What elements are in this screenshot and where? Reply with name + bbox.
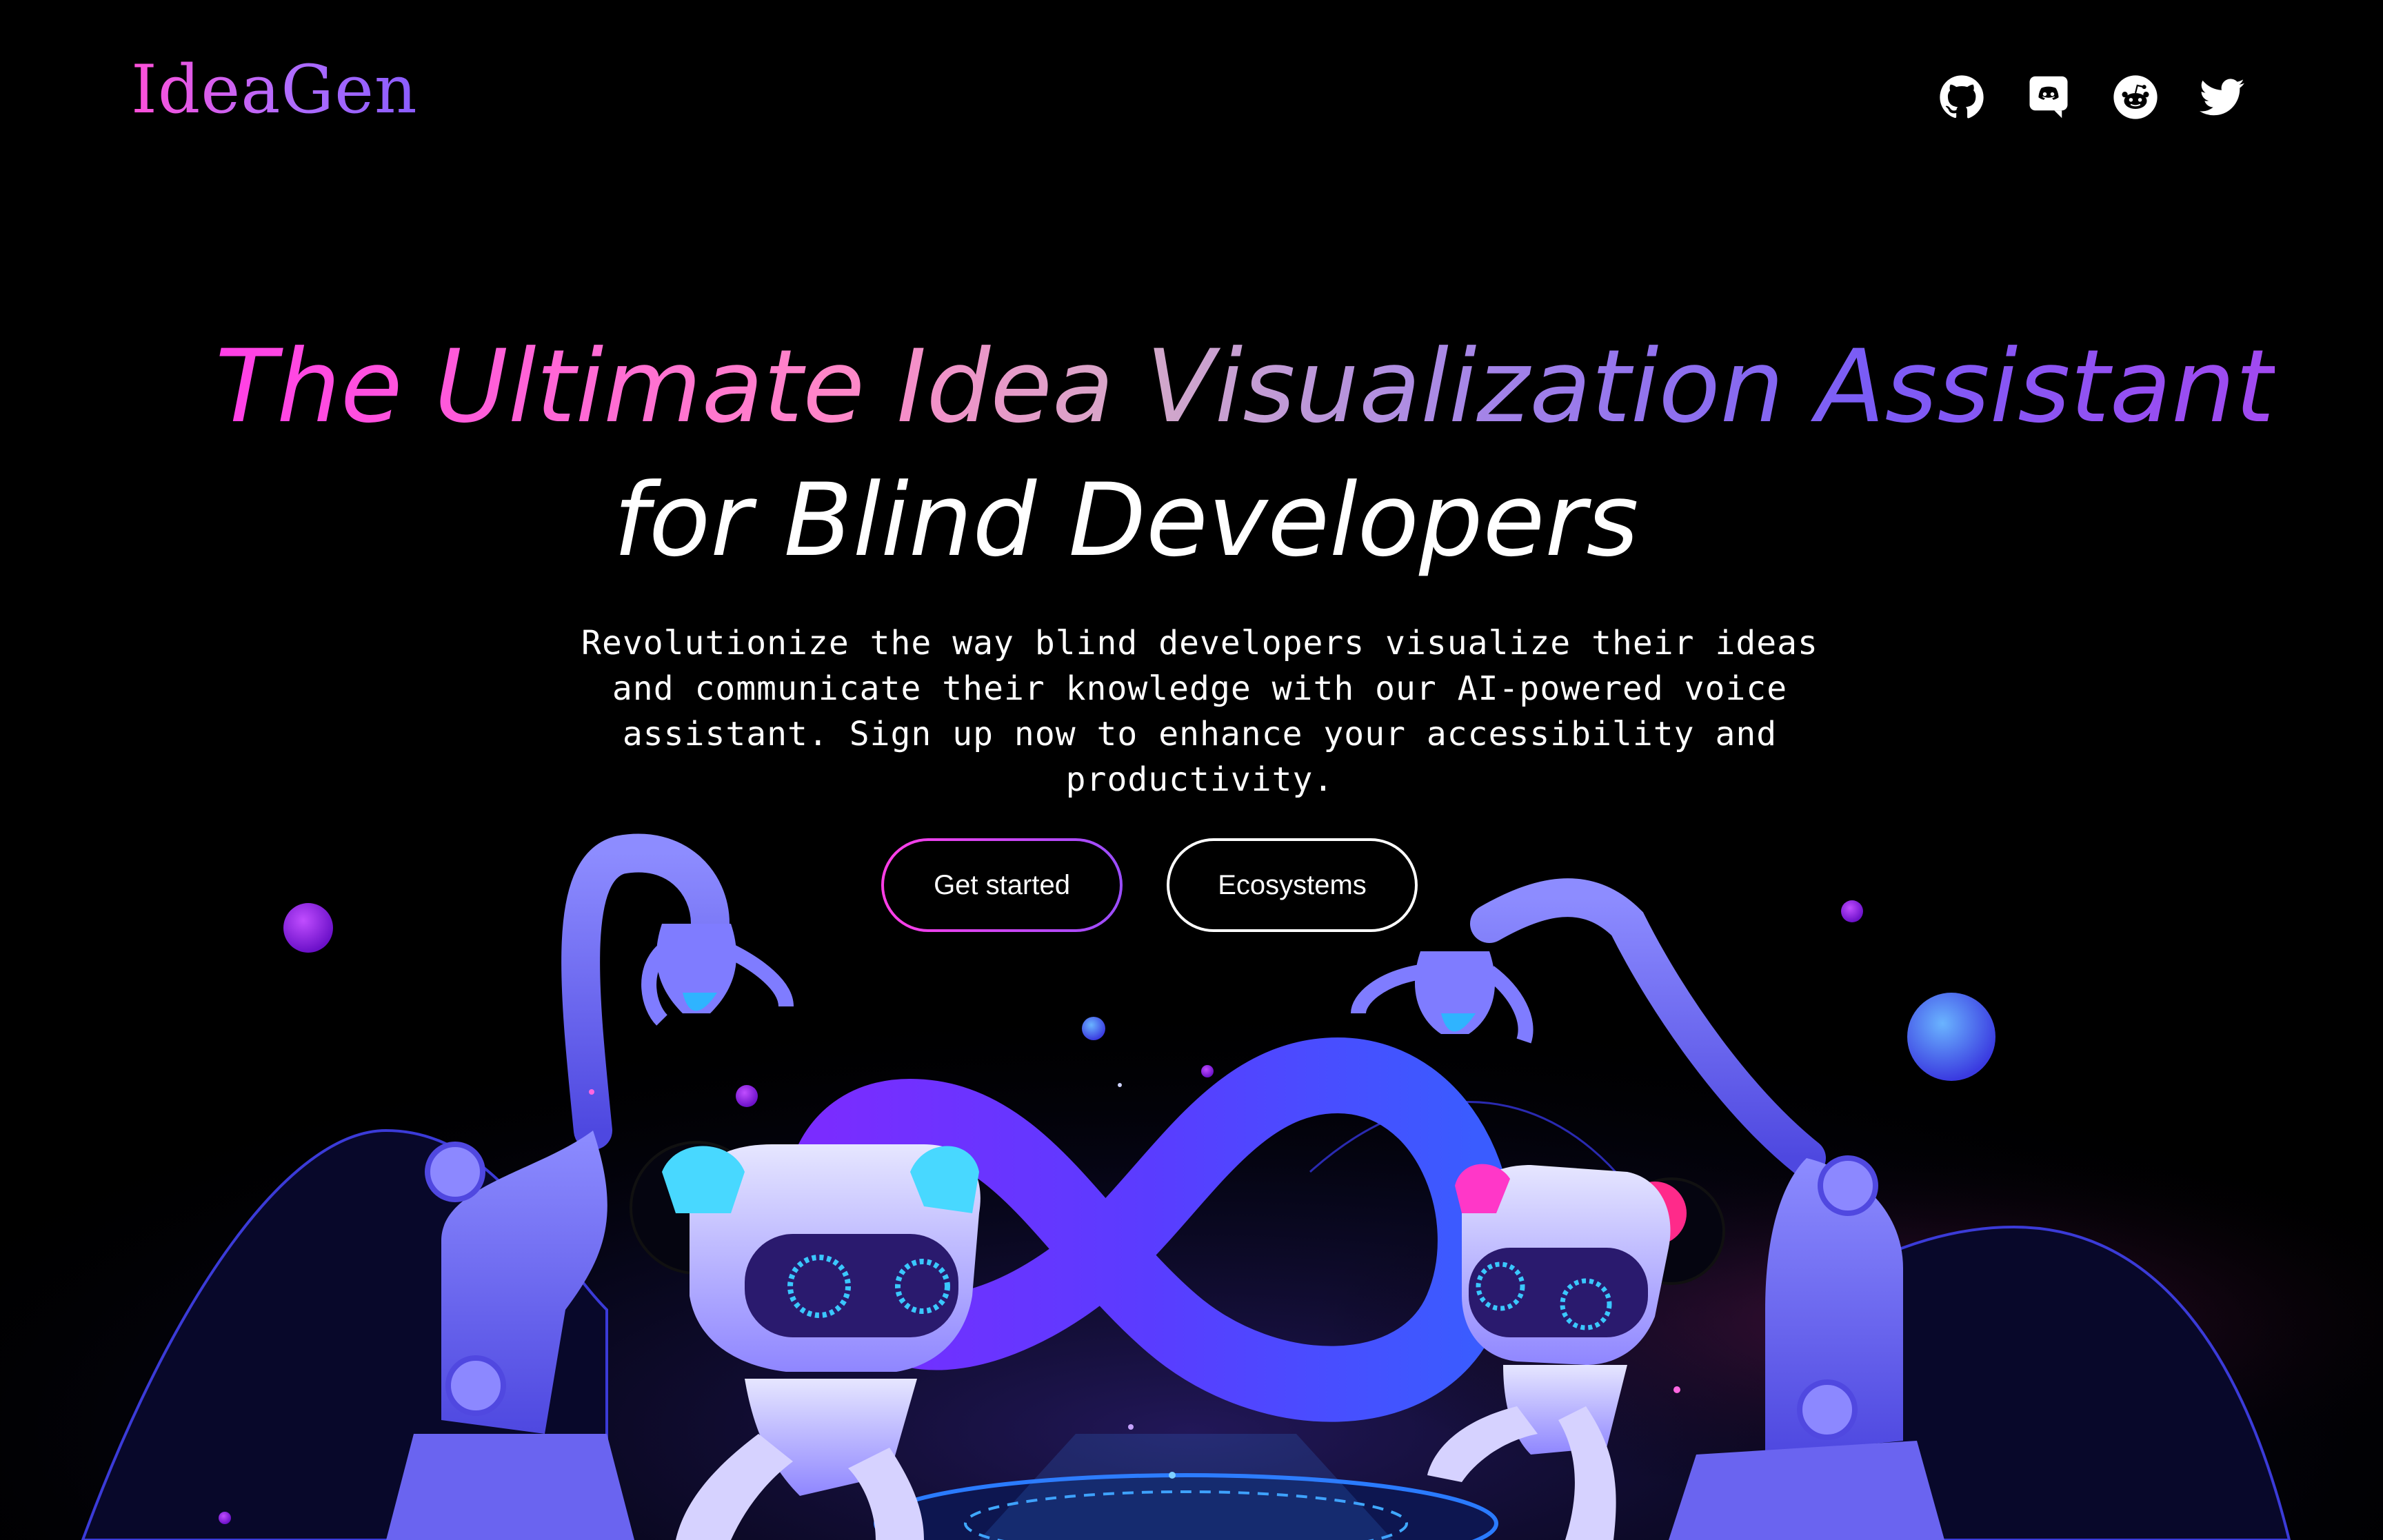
hero-subtitle: Revolutionize the way blind developers v… (581, 624, 1818, 799)
headline-line-2: for Blind Developers (613, 462, 1639, 579)
headline-line-1: The Ultimate Idea Visualization Assistan… (215, 328, 2275, 445)
social-links (1939, 74, 2245, 120)
discord-icon[interactable] (2026, 74, 2071, 120)
get-started-button[interactable]: Get started (881, 838, 1123, 932)
landing-page: IdeaGen The Ultimate Idea Visualization … (0, 0, 2383, 1540)
ecosystems-button[interactable]: Ecosystems (1167, 838, 1418, 932)
github-icon[interactable] (1939, 74, 1984, 120)
reddit-icon[interactable] (2113, 74, 2158, 120)
headline: The Ultimate Idea Visualization Assistan… (0, 336, 2383, 437)
twitter-icon[interactable] (2200, 74, 2245, 120)
headline-second: for Blind Developers (0, 470, 2383, 571)
brand-logo[interactable]: IdeaGen (131, 57, 418, 123)
